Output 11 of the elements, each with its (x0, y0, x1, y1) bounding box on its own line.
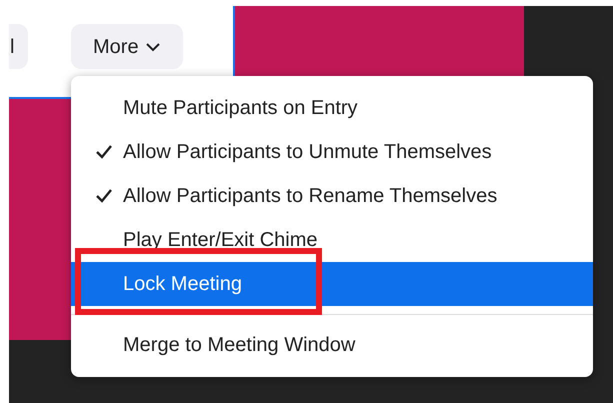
menu-item[interactable]: Allow Participants to Rename Themselves (71, 174, 593, 218)
menu-item[interactable]: Mute Participants on Entry (71, 86, 593, 130)
toolbar-button[interactable]: l (9, 24, 28, 69)
chevron-down-icon (144, 42, 161, 52)
checkmark-icon (95, 188, 113, 204)
menu-item[interactable]: Play Enter/Exit Chime (71, 218, 593, 262)
menu-item[interactable]: Merge to Meeting Window (71, 323, 593, 367)
checkmark-icon (95, 144, 113, 160)
menu-item[interactable]: Allow Participants to Unmute Themselves (71, 130, 593, 174)
more-button[interactable]: More (71, 24, 183, 69)
menu-item[interactable]: Lock Meeting (71, 262, 593, 306)
